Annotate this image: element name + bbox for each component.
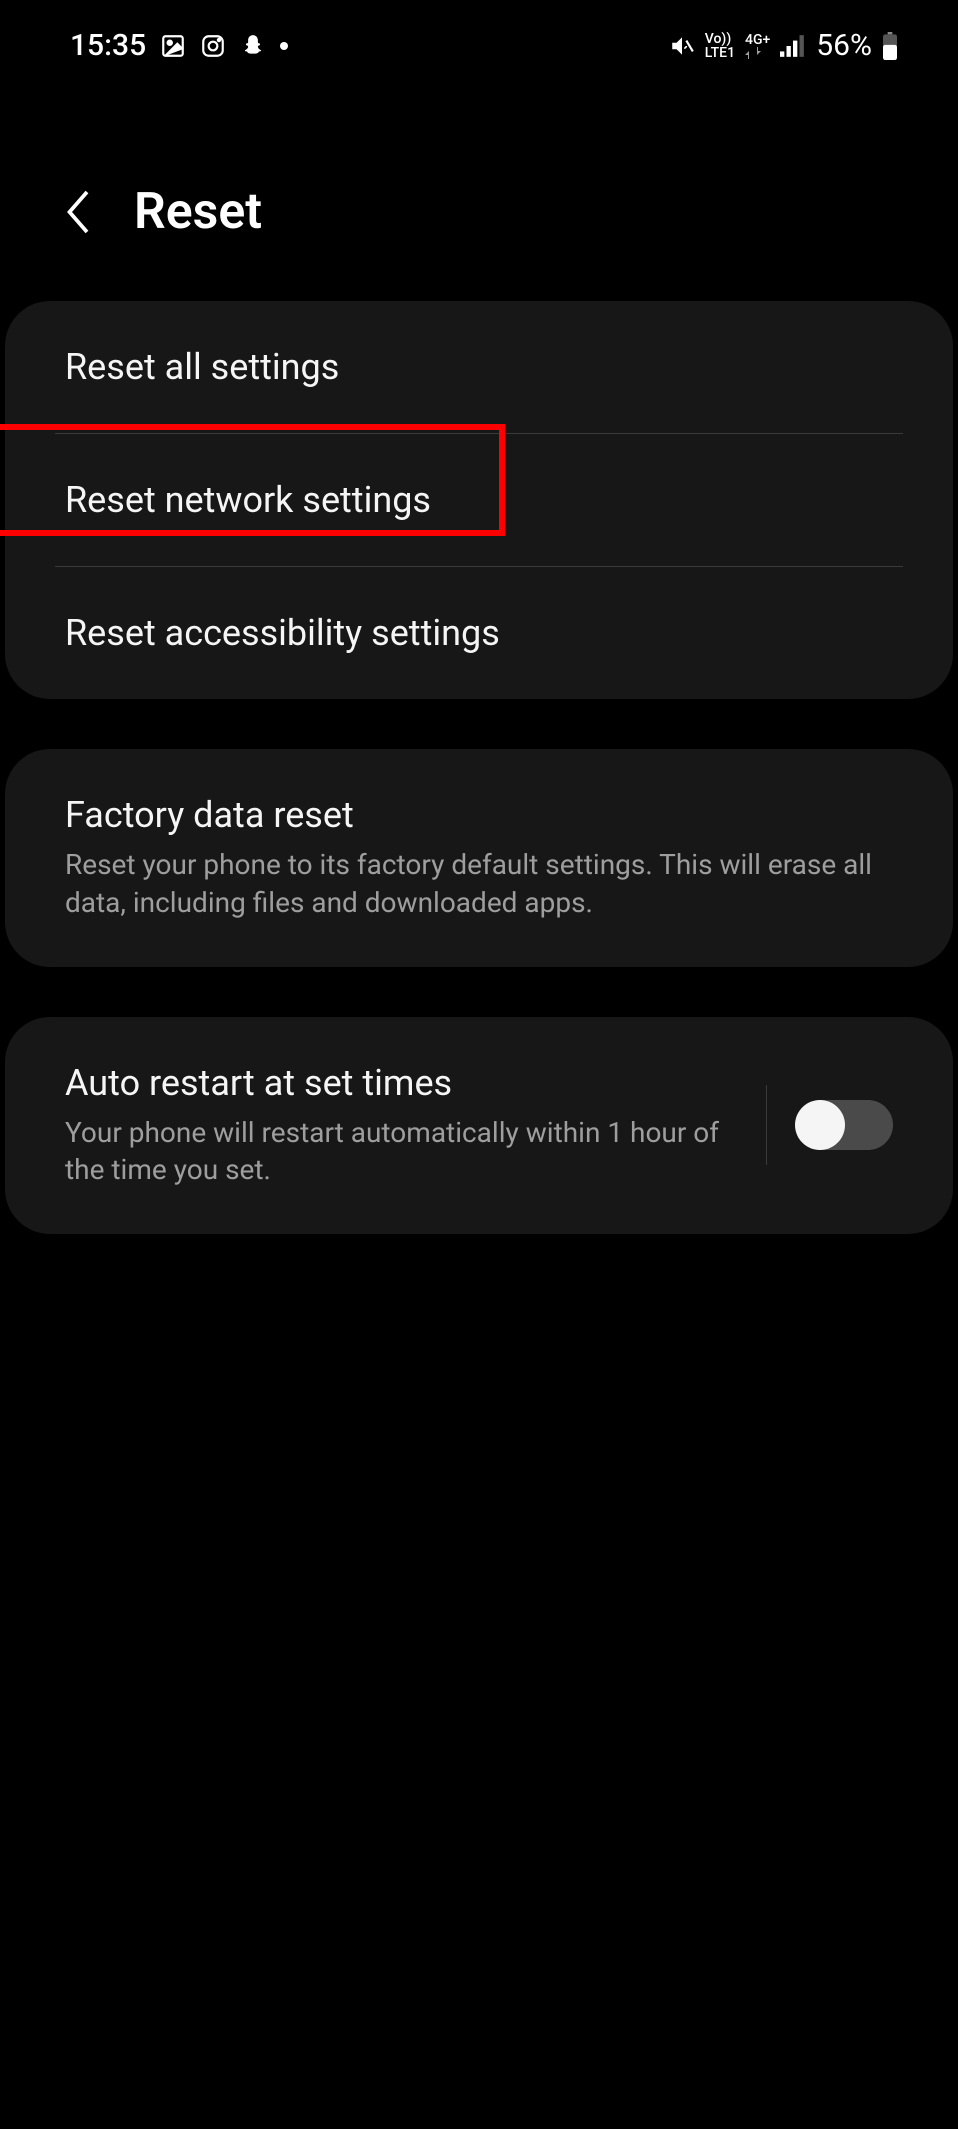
battery-percentage: 56% [816,28,872,63]
dot-icon [280,42,288,50]
battery-icon [882,32,898,60]
factory-data-reset-item[interactable]: Factory data reset Reset your phone to i… [5,749,953,967]
toggle-text-area: Auto restart at set times Your phone wil… [65,1062,766,1190]
instagram-icon [200,33,226,59]
gallery-icon [160,33,186,59]
reset-options-card: Reset all settings Reset network setting… [5,301,953,699]
list-item-subtitle: Your phone will restart automatically wi… [65,1114,736,1190]
mute-icon [669,33,695,59]
list-item-label: Auto restart at set times [65,1062,736,1104]
signal-icon [780,35,806,57]
reset-all-settings-item[interactable]: Reset all settings [5,301,953,433]
reset-accessibility-settings-item[interactable]: Reset accessibility settings [5,567,953,699]
status-bar-left: 15:35 [70,28,288,63]
status-bar: 15:35 [0,0,958,83]
list-item-label: Reset all settings [65,346,893,388]
back-button[interactable] [60,187,94,237]
list-item-subtitle: Reset your phone to its factory default … [65,846,893,922]
factory-reset-card: Factory data reset Reset your phone to i… [5,749,953,967]
content-area: Reset all settings Reset network setting… [0,301,958,1234]
toggle-knob [795,1100,845,1150]
status-time: 15:35 [70,28,146,63]
list-item-label: Reset network settings [65,479,893,521]
volte-icon: Vo)) LTE1 [705,32,735,60]
chevron-left-icon [60,187,94,237]
network-type-icon: 4G+ [745,33,770,59]
list-item-label: Reset accessibility settings [65,612,893,654]
list-item-label: Factory data reset [65,794,893,836]
status-bar-right: Vo)) LTE1 4G+ 56% [669,28,898,63]
page-title: Reset [134,183,262,241]
reset-network-settings-item[interactable]: Reset network settings [5,434,953,566]
auto-restart-card: Auto restart at set times Your phone wil… [5,1017,953,1235]
auto-restart-toggle[interactable] [797,1100,893,1150]
auto-restart-item[interactable]: Auto restart at set times Your phone wil… [5,1017,953,1235]
snapchat-icon [240,33,266,59]
vertical-divider [766,1085,767,1165]
page-header: Reset [0,83,958,301]
